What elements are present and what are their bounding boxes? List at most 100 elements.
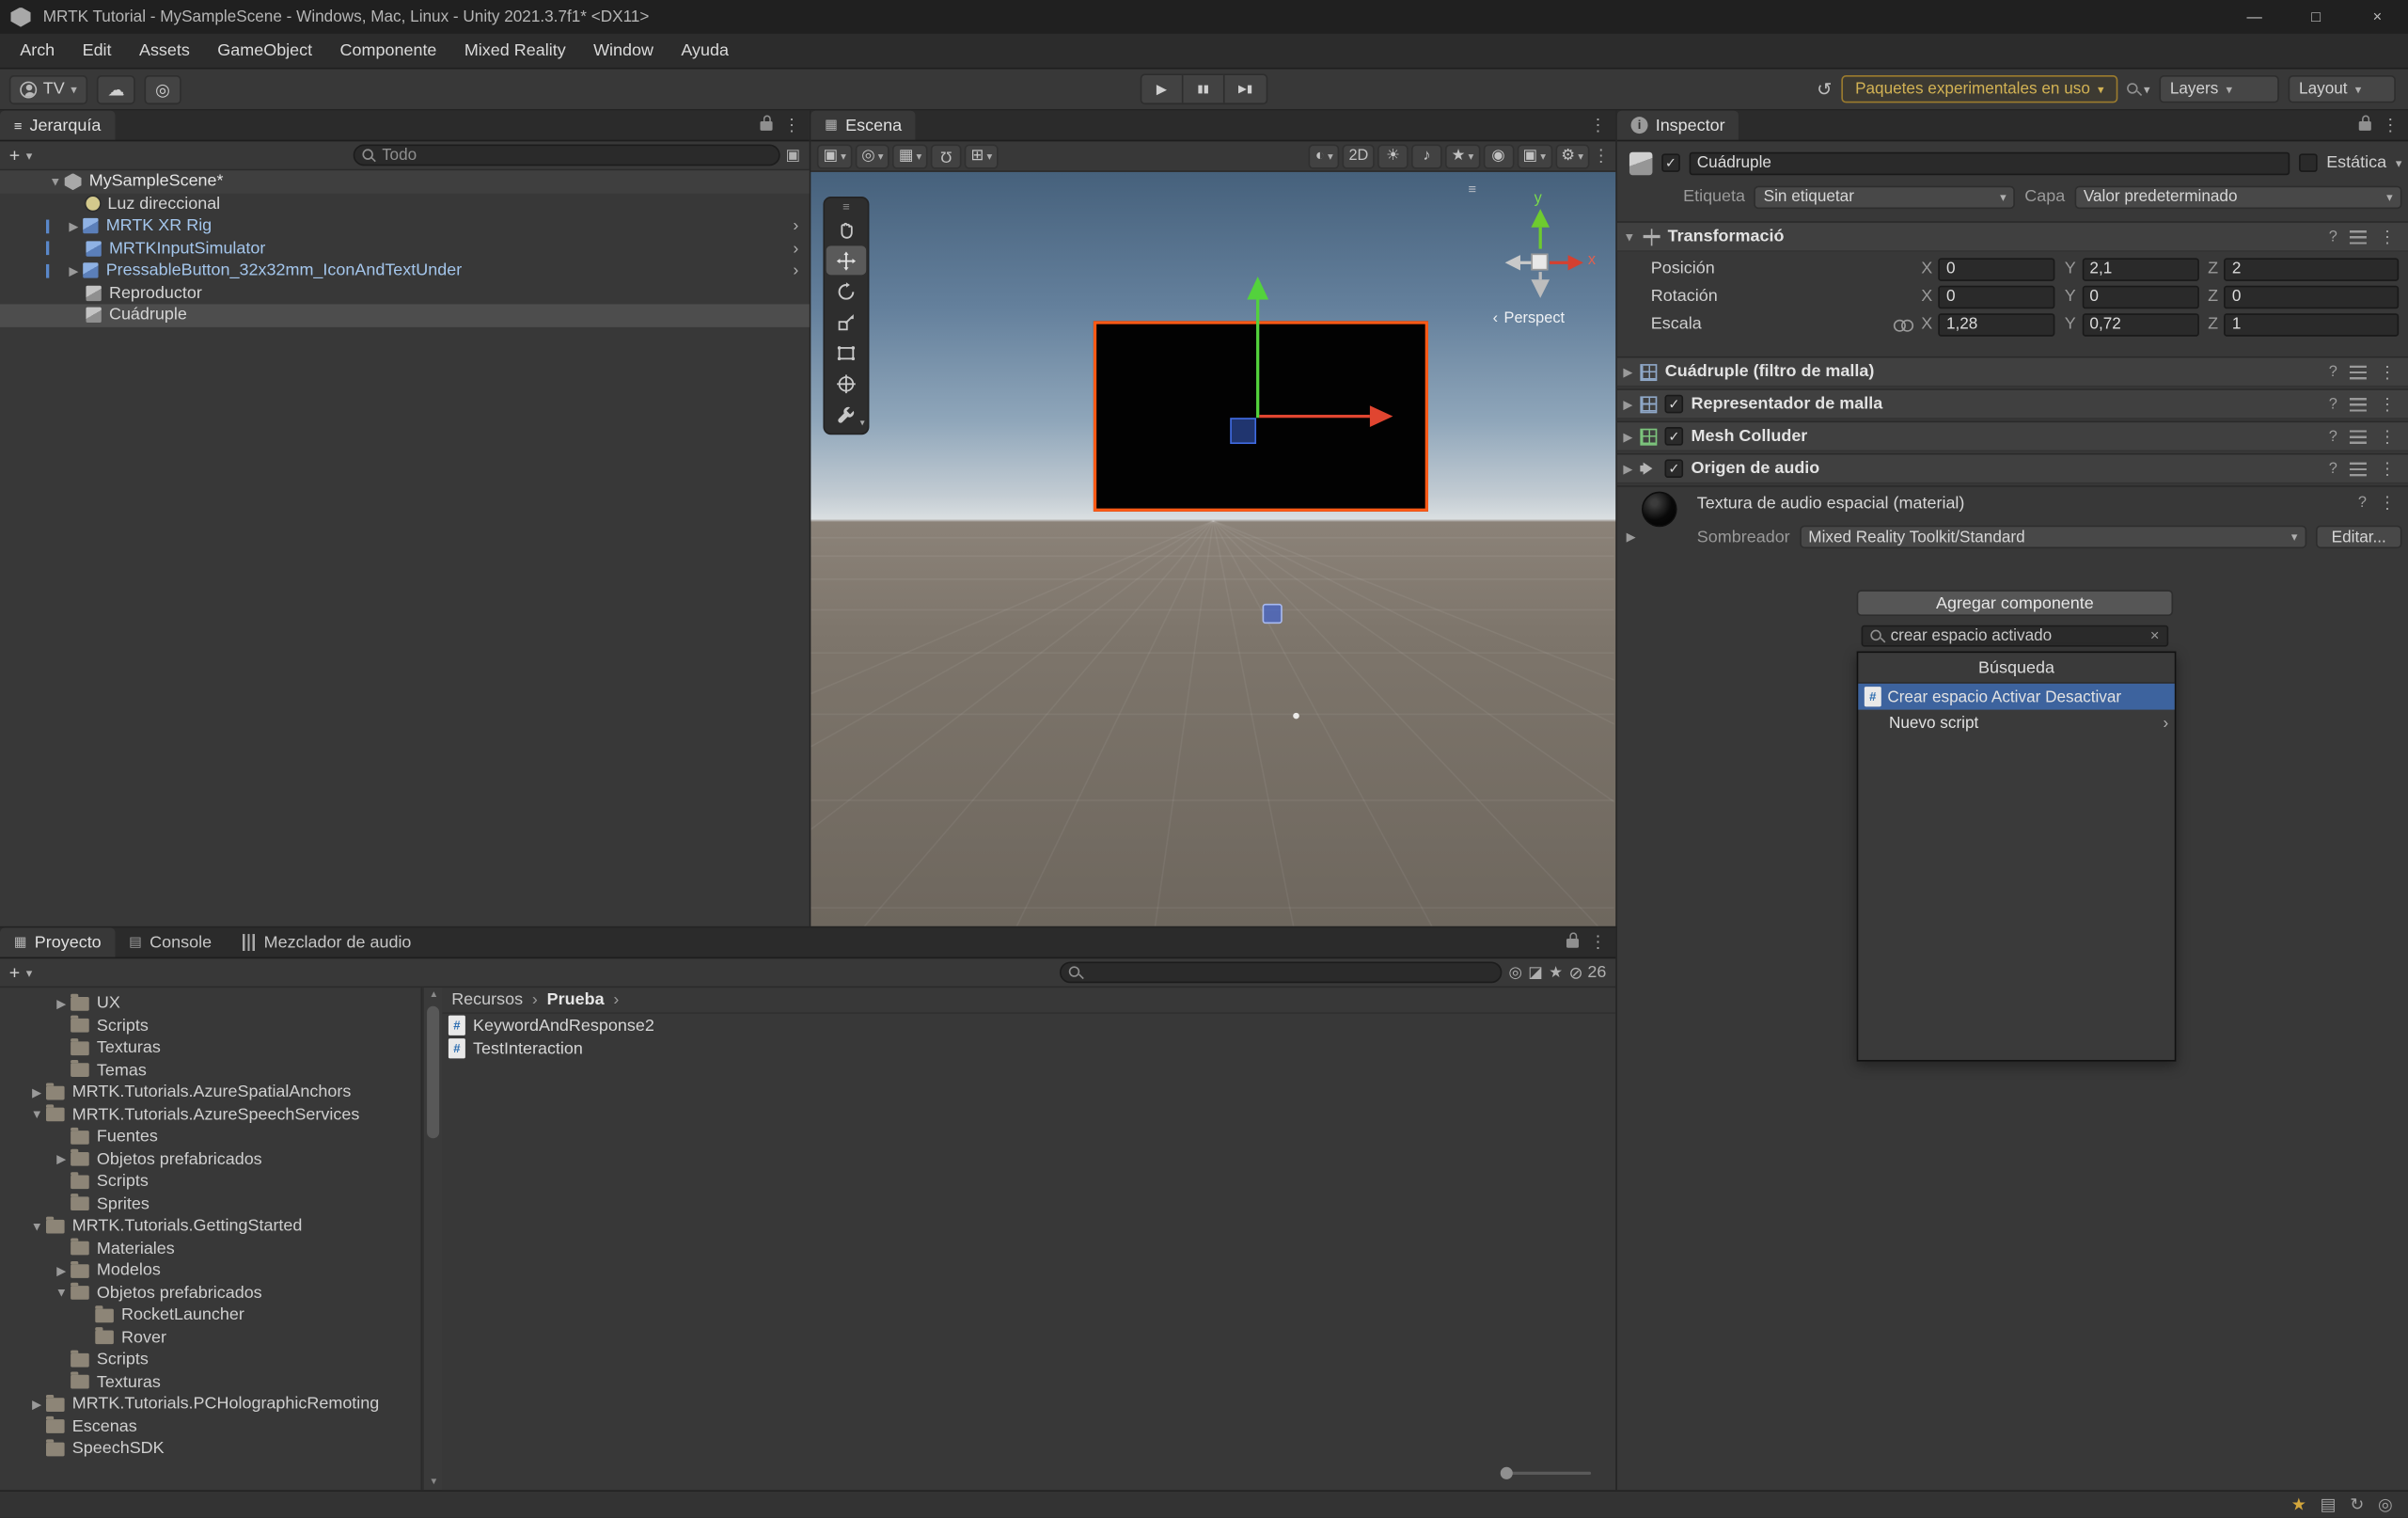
step-button[interactable]: ▶▮: [1225, 75, 1267, 103]
hierarchy-item-pressable-button[interactable]: ▶ PressableButton_32x32mm_IconAndTextUnd…: [0, 260, 810, 282]
favorites-icon[interactable]: ★: [1549, 964, 1563, 981]
breadcrumb-current[interactable]: Prueba: [547, 990, 605, 1009]
add-component-button[interactable]: Agregar componente: [1857, 590, 2173, 616]
preset-icon[interactable]: [2350, 229, 2367, 244]
chevron-down-icon[interactable]: ▾: [26, 149, 33, 163]
component-menu-icon[interactable]: ⋮: [2379, 459, 2396, 479]
help-icon[interactable]: ?: [2329, 396, 2337, 413]
tab-audio-mixer[interactable]: Mezclador de audio: [226, 928, 425, 957]
hierarchy-item-mrtk-input-simulator[interactable]: MRTKInputSimulator ›: [0, 237, 810, 260]
tab-scene[interactable]: ▦ Escena: [811, 111, 915, 140]
position-x-field[interactable]: [1939, 258, 2055, 280]
overlay-handle-icon[interactable]: ≡: [1468, 182, 1476, 197]
tree-item-rocketlauncher[interactable]: RocketLauncher: [0, 1305, 421, 1327]
gizmo-x-axis-handle[interactable]: [1259, 415, 1370, 418]
lock-icon[interactable]: [760, 120, 772, 130]
tree-item-azure-spatial-anchors[interactable]: ▶MRTK.Tutorials.AzureSpatialAnchors: [0, 1082, 421, 1104]
search-picker-icon[interactable]: ◎: [1509, 964, 1522, 981]
scale-y-field[interactable]: [2082, 312, 2198, 335]
maximize-button[interactable]: □: [2285, 0, 2346, 34]
preset-icon[interactable]: [2350, 462, 2367, 476]
asset-testinteraction[interactable]: TestInteraction: [442, 1036, 1615, 1059]
y-axis-cone[interactable]: [1531, 209, 1550, 228]
tree-item-sprites[interactable]: Sprites: [0, 1193, 421, 1215]
transform-component-header[interactable]: ▼ Transformació ? ⋮: [1617, 221, 2408, 252]
panel-menu-icon[interactable]: ⋮: [1589, 115, 1606, 134]
refresh-icon[interactable]: ↻: [2350, 1494, 2364, 1514]
audio-source-gizmo-icon[interactable]: [1263, 604, 1283, 624]
services-button[interactable]: ◎: [145, 74, 181, 103]
gizmo-xy-plane-handle[interactable]: [1230, 418, 1256, 444]
rotation-x-field[interactable]: [1939, 285, 2055, 308]
hierarchy-item-luz-direccional[interactable]: Luz direccional: [0, 193, 810, 215]
account-button[interactable]: TV ▾: [9, 74, 87, 103]
material-menu-icon[interactable]: ⋮: [2379, 493, 2396, 513]
panel-menu-icon[interactable]: ⋮: [2382, 115, 2399, 134]
project-search[interactable]: [1061, 961, 1503, 983]
static-checkbox[interactable]: [2299, 153, 2318, 172]
experimental-packages-button[interactable]: Paquetes experimentales en uso ▾: [1841, 75, 2117, 103]
tree-item-rover[interactable]: Rover: [0, 1326, 421, 1349]
effects-button[interactable]: ★▾: [1445, 144, 1480, 168]
pause-button[interactable]: ▮▮: [1183, 75, 1224, 103]
menu-mixed-reality[interactable]: Mixed Reality: [450, 41, 579, 60]
view-mode-label[interactable]: ‹ Perspect: [1493, 310, 1565, 327]
help-icon[interactable]: ?: [2329, 428, 2337, 445]
tree-item-holographic-remoting[interactable]: ▶MRTK.Tutorials.PCHolographicRemoting: [0, 1393, 421, 1415]
tab-hierarchy[interactable]: ≡ Jerarquía: [0, 111, 115, 140]
mesh-filter-component-header[interactable]: ▶ Cuádruple (filtro de malla) ? ⋮: [1617, 356, 2408, 387]
scene-lighting-button[interactable]: ☀: [1377, 144, 1409, 168]
mesh-renderer-component-header[interactable]: ▶ ✓ Representador de malla ? ⋮: [1617, 388, 2408, 419]
gameobject-name-field[interactable]: [1690, 151, 2290, 174]
hierarchy-item-cuadruple[interactable]: Cuádruple: [0, 304, 810, 326]
hierarchy-search[interactable]: [353, 145, 779, 166]
slider-knob[interactable]: [1501, 1467, 1513, 1479]
layout-dropdown[interactable]: Layout ▾: [2289, 75, 2396, 103]
component-menu-icon[interactable]: ⋮: [2379, 227, 2396, 246]
material-preview-sphere[interactable]: [1642, 492, 1677, 528]
mesh-collider-component-header[interactable]: ▶ ✓ Mesh Colluder ? ⋮: [1617, 421, 2408, 452]
foldout-closed-icon[interactable]: ▶: [27, 1085, 46, 1099]
tree-item-scripts3[interactable]: Scripts: [0, 1349, 421, 1371]
mesh-collider-checkbox[interactable]: ✓: [1665, 427, 1684, 446]
menu-gameobject[interactable]: GameObject: [204, 41, 326, 60]
foldout-closed-icon[interactable]: ▶: [1623, 430, 1632, 444]
minus-y-axis-cone[interactable]: [1531, 279, 1550, 298]
foldout-closed-icon[interactable]: ▶: [65, 264, 84, 278]
gizmos-button[interactable]: ⚙▾: [1555, 144, 1590, 168]
preset-icon[interactable]: [2350, 397, 2367, 411]
lock-icon[interactable]: [2359, 120, 2371, 130]
foldout-open-icon[interactable]: ▼: [27, 1219, 46, 1233]
menu-arch[interactable]: Arch: [7, 41, 69, 60]
panel-menu-icon[interactable]: ⋮: [783, 115, 800, 134]
constrain-proportions-icon[interactable]: [1894, 319, 1912, 329]
minus-x-axis-cone[interactable]: [1505, 255, 1520, 270]
scale-z-field[interactable]: [2225, 312, 2400, 335]
clear-search-icon[interactable]: ×: [2150, 627, 2160, 644]
preset-icon[interactable]: [2350, 430, 2367, 444]
search-button[interactable]: ▾: [2127, 82, 2150, 96]
snap-button[interactable]: Ω: [931, 144, 962, 168]
scene-viewport[interactable]: ≡ ≡: [811, 172, 1615, 926]
scroll-down-icon[interactable]: ▼: [424, 1478, 444, 1487]
grid-visibility-button[interactable]: ▦▾: [892, 144, 928, 168]
scene-header-row[interactable]: ▼ MySampleScene*: [0, 170, 810, 193]
gizmo-center-cube[interactable]: [1531, 253, 1548, 270]
hierarchy-search-input[interactable]: [382, 146, 770, 165]
tree-item-speechsdk[interactable]: SpeechSDK: [0, 1438, 421, 1461]
custom-tool-button[interactable]: ▾: [826, 400, 866, 429]
component-menu-icon[interactable]: ⋮: [2379, 362, 2396, 382]
menu-ayuda[interactable]: Ayuda: [668, 41, 743, 60]
tree-item-scripts2[interactable]: Scripts: [0, 1171, 421, 1194]
audio-source-component-header[interactable]: ▶ ✓ Origen de audio ? ⋮: [1617, 453, 2408, 484]
shader-dropdown[interactable]: Mixed Reality Toolkit/Standard ▾: [1799, 526, 2306, 548]
gameobject-type-icon[interactable]: [1629, 151, 1652, 174]
foldout-closed-icon[interactable]: ▶: [27, 1398, 46, 1412]
scrollbar-thumb[interactable]: [427, 1006, 439, 1138]
component-menu-icon[interactable]: ⋮: [2379, 394, 2396, 414]
tree-item-scripts[interactable]: Scripts: [0, 1015, 421, 1037]
scroll-up-icon[interactable]: ▲: [424, 990, 444, 1000]
foldout-closed-icon[interactable]: ▶: [1623, 462, 1632, 476]
foldout-open-icon[interactable]: ▼: [1623, 229, 1635, 244]
material-foldout-icon[interactable]: ▶: [1627, 530, 1636, 544]
